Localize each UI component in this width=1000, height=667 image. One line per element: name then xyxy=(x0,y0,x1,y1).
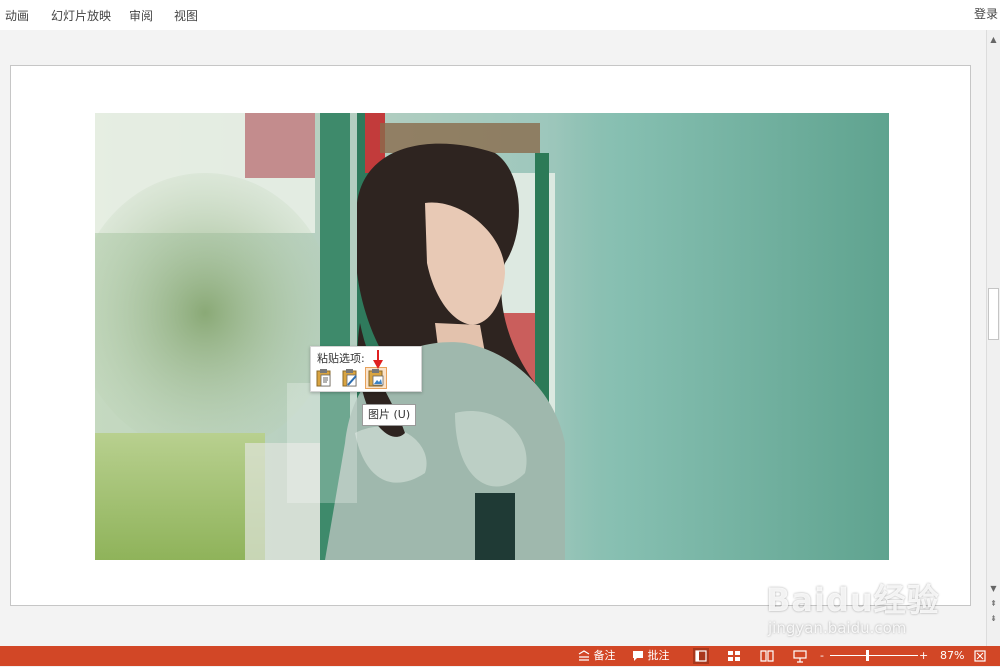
reading-view-button[interactable] xyxy=(759,648,775,664)
paste-keep-source-button[interactable] xyxy=(313,367,335,389)
paste-keep-source-icon xyxy=(316,369,331,387)
pasted-photo[interactable] xyxy=(95,113,889,560)
tab-animations[interactable]: 动画 xyxy=(5,7,29,24)
zoom-slider-thumb[interactable] xyxy=(866,650,869,661)
paste-picture-icon xyxy=(368,369,384,387)
fit-to-window-icon xyxy=(974,650,986,662)
paste-options-popup: 粘贴选项: xyxy=(310,346,422,392)
normal-view-icon xyxy=(695,650,707,662)
notes-label: 备注 xyxy=(593,649,616,662)
tab-review[interactable]: 审阅 xyxy=(129,7,153,24)
scroll-down-icon[interactable]: ▼ xyxy=(988,583,999,595)
slide-sorter-view-button[interactable] xyxy=(726,648,742,664)
slideshow-view-button[interactable] xyxy=(792,648,808,664)
notes-icon xyxy=(578,650,590,661)
previous-slide-icon[interactable]: ⇞ xyxy=(988,598,999,610)
baidu-jingyan-watermark-url: jingyan.baidu.com xyxy=(768,619,907,637)
slide-canvas[interactable] xyxy=(10,65,971,606)
paste-picture-tooltip: 图片 (U) xyxy=(362,404,417,426)
zoom-out-button[interactable]: - xyxy=(820,646,824,666)
next-slide-icon[interactable]: ⇟ xyxy=(988,613,999,625)
notes-button[interactable]: 备注 xyxy=(578,646,616,666)
fit-slide-button[interactable] xyxy=(972,648,988,664)
slide-editing-area xyxy=(0,30,986,646)
zoom-level[interactable]: 87% xyxy=(940,646,964,666)
scroll-thumb[interactable] xyxy=(988,288,999,340)
comments-label: 批注 xyxy=(647,649,670,662)
normal-view-button[interactable] xyxy=(693,648,709,664)
vertical-scrollbar[interactable]: ▲ ▼ ⇞ ⇟ xyxy=(986,30,1000,646)
tab-slideshow[interactable]: 幻灯片放映 xyxy=(51,7,111,24)
reading-view-icon xyxy=(760,650,774,662)
paste-as-picture-button[interactable] xyxy=(365,367,387,389)
paste-use-theme-button[interactable] xyxy=(339,367,361,389)
status-bar: 备注 批注 - + 87% xyxy=(0,646,1000,666)
tab-view[interactable]: 视图 xyxy=(174,7,198,24)
comment-icon xyxy=(633,651,643,661)
slideshow-icon xyxy=(793,650,807,663)
comments-button[interactable]: 批注 xyxy=(632,646,670,666)
photo-image xyxy=(95,113,889,560)
paste-destination-theme-icon xyxy=(342,369,357,387)
red-arrow-annotation-icon xyxy=(373,350,383,369)
paste-options-title: 粘贴选项: xyxy=(317,352,365,365)
baidu-jingyan-watermark-logo: Baidu经验 xyxy=(766,581,940,619)
ribbon-tab-strip: 动画 幻灯片放映 审阅 视图 登录 xyxy=(0,0,1000,30)
zoom-slider-track[interactable] xyxy=(830,655,918,656)
zoom-in-button[interactable]: + xyxy=(919,646,928,666)
signin-link[interactable]: 登录 xyxy=(974,5,998,22)
scroll-up-icon[interactable]: ▲ xyxy=(988,34,999,46)
slide-sorter-icon xyxy=(728,651,740,661)
